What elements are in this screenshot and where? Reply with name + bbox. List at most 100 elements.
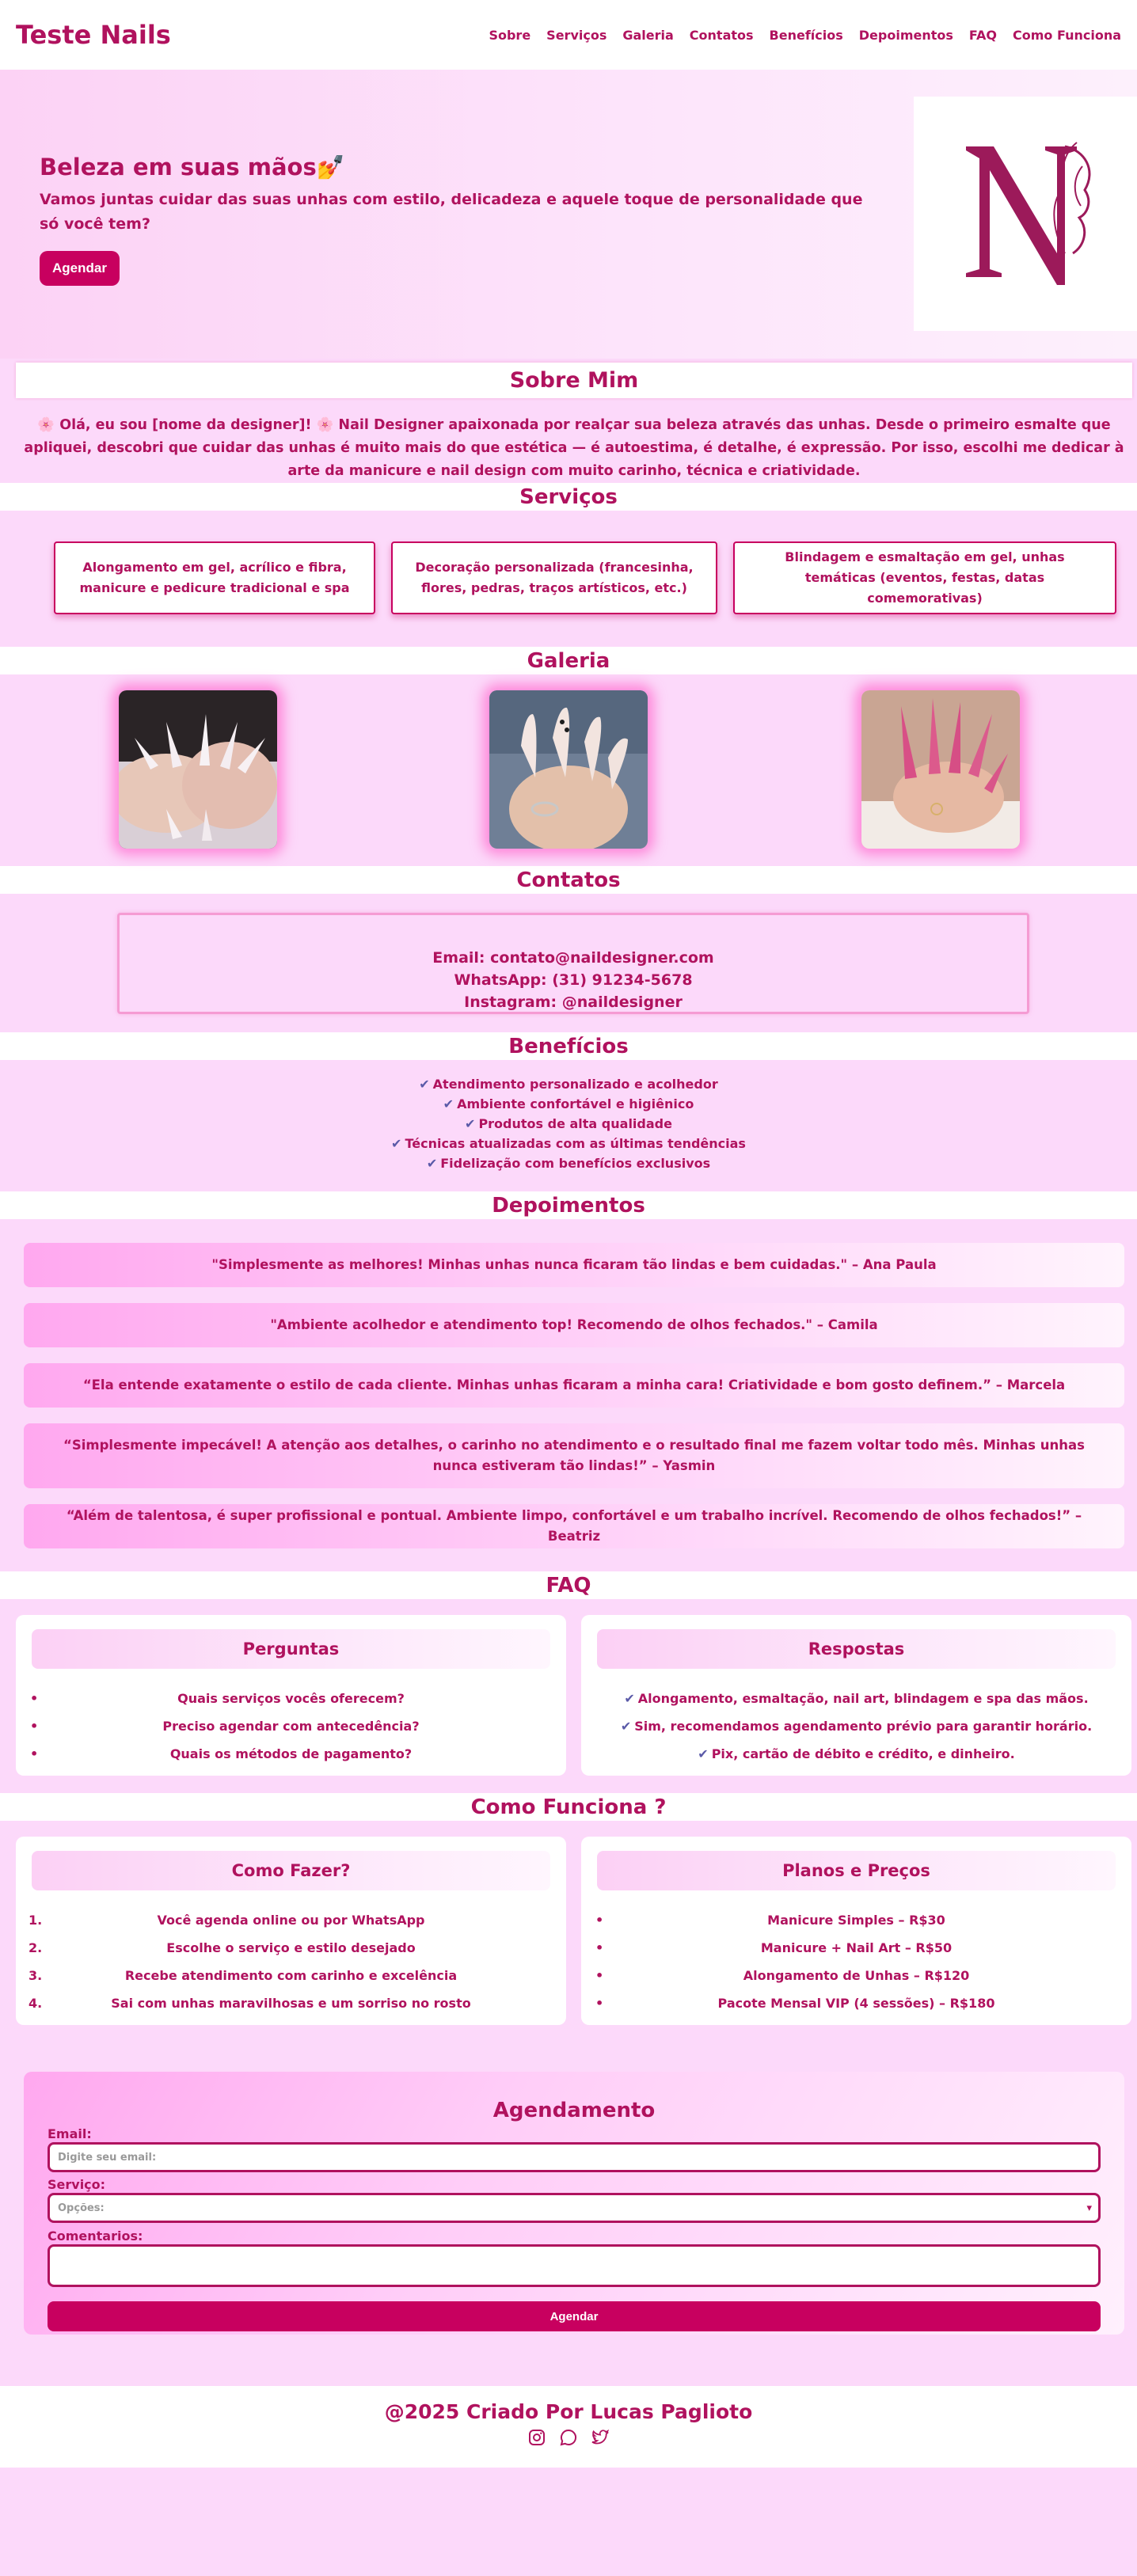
- nav-link-como-funciona[interactable]: Como Funciona: [1013, 28, 1121, 43]
- benefit-text: Fidelização com benefícios exclusivos: [440, 1156, 711, 1171]
- contatos-title: Contatos: [0, 866, 1137, 894]
- check-icon: ✔: [426, 1156, 438, 1171]
- email-label: Email:: [48, 2126, 92, 2141]
- hero-subtitle: Vamos juntas cuidar das suas unhas com e…: [40, 191, 863, 233]
- testimonial-card: “Simplesmente impecável! A atenção aos d…: [24, 1423, 1124, 1488]
- check-icon: ✔: [419, 1077, 430, 1092]
- bullet-icon: •: [30, 1691, 39, 1706]
- faq-question-text: Quais os métodos de pagamento?: [169, 1746, 413, 1761]
- faq-answer: ✔ Pix, cartão de débito e crédito, e dinh…: [581, 1740, 1131, 1768]
- nav-link-servicos[interactable]: Serviços: [546, 28, 607, 43]
- testimonial-card: “Além de talentosa, é super profissional…: [24, 1504, 1124, 1548]
- servicos-title: Serviços: [0, 483, 1137, 511]
- sobre-title: Sobre Mim: [16, 363, 1132, 398]
- check-icon: ✔: [624, 1691, 635, 1706]
- check-icon: ✔: [698, 1746, 709, 1761]
- benefit-text: Técnicas atualizadas com as últimas tend…: [405, 1136, 746, 1151]
- faq-respostas-panel: Respostas ✔ Alongamento, esmaltação, nail…: [581, 1615, 1131, 1776]
- contact-instagram[interactable]: Instagram: @naildesigner: [120, 991, 1027, 1013]
- brand-logo-image: [914, 97, 1137, 331]
- plan-item: • Pacote Mensal VIP (4 sessões) – R$180: [581, 1989, 1131, 2017]
- benefit-item: ✔ Técnicas atualizadas com as últimas ten…: [0, 1134, 1137, 1153]
- hero-title: Beleza em suas mãos💅: [40, 154, 345, 180]
- step-number: 4.: [29, 1996, 43, 2011]
- hero-agendar-button[interactable]: Agendar: [40, 251, 120, 286]
- service-card: Blindagem e esmaltação em gel, unhas tem…: [733, 541, 1116, 614]
- comentarios-textarea[interactable]: [48, 2244, 1101, 2287]
- benefit-item: ✔ Fidelização com benefícios exclusivos: [0, 1153, 1137, 1173]
- faq-title: FAQ: [0, 1571, 1137, 1599]
- respostas-heading: Respostas: [597, 1629, 1116, 1669]
- faq-question[interactable]: • Quais serviços vocês oferecem?: [16, 1685, 566, 1712]
- planos-heading: Planos e Preços: [597, 1851, 1116, 1890]
- gallery-image-white-stiletto[interactable]: [119, 690, 277, 849]
- depoimentos-section: "Simplesmente as melhores! Minhas unhas …: [0, 1219, 1137, 1571]
- email-field[interactable]: Digite seu email:: [48, 2142, 1101, 2172]
- bullet-icon: •: [595, 1968, 604, 1983]
- faq-question[interactable]: • Quais os métodos de pagamento?: [16, 1740, 566, 1768]
- agendar-submit-button[interactable]: Agendar: [48, 2301, 1101, 2331]
- step-item: 4. Sai com unhas maravilhosas e um sorris…: [16, 1989, 566, 2017]
- faq-answer: ✔ Sim, recomendamos agendamento prévio pa…: [581, 1712, 1131, 1740]
- step-text: Escolhe o serviço e estilo desejado: [166, 1940, 416, 1955]
- faq-answer: ✔ Alongamento, esmaltação, nail art, blin…: [581, 1685, 1131, 1712]
- respostas-list: ✔ Alongamento, esmaltação, nail art, blin…: [581, 1685, 1131, 1768]
- nav-link-depoimentos[interactable]: Depoimentos: [859, 28, 953, 43]
- plan-item: • Manicure + Nail Art – R$50: [581, 1934, 1131, 1962]
- twitter-icon[interactable]: [591, 2428, 610, 2447]
- contact-whatsapp[interactable]: WhatsApp: (31) 91234-5678: [120, 969, 1027, 991]
- nav-link-beneficios[interactable]: Benefícios: [770, 28, 843, 43]
- benefit-text: Ambiente confortável e higiênico: [457, 1096, 694, 1111]
- contatos-section: Email: contato@naildesigner.com WhatsApp…: [0, 894, 1137, 1032]
- servico-label: Serviço:: [48, 2177, 106, 2192]
- site-logo[interactable]: Teste Nails: [16, 20, 171, 50]
- servico-select[interactable]: Opções: ▾: [48, 2193, 1101, 2223]
- site-footer: @2025 Criado Por Lucas Paglioto: [0, 2386, 1137, 2468]
- beneficios-title: Benefícios: [0, 1032, 1137, 1060]
- nav-link-sobre[interactable]: Sobre: [489, 28, 530, 43]
- nav-link-galeria[interactable]: Galeria: [622, 28, 673, 43]
- testimonial-card: “Ela entende exatamente o estilo de cada…: [24, 1363, 1124, 1408]
- faq-section: Perguntas • Quais serviços vocês oferecem…: [0, 1599, 1137, 1793]
- step-number: 1.: [29, 1913, 43, 1928]
- depoimentos-title: Depoimentos: [0, 1191, 1137, 1219]
- perguntas-list: • Quais serviços vocês oferecem? • Preciso…: [16, 1685, 566, 1768]
- como-fazer-panel: Como Fazer? 1. Você agenda online ou por …: [16, 1837, 566, 2025]
- gallery-image-pink-nails[interactable]: [861, 690, 1020, 849]
- faq-answer-text: Sim, recomendamos agendamento prévio par…: [634, 1719, 1093, 1734]
- whatsapp-icon[interactable]: [559, 2428, 578, 2447]
- agendamento-section: Agendamento Email: Digite seu email: Ser…: [0, 2046, 1137, 2386]
- site-header: Teste Nails Sobre Serviços Galeria Conta…: [0, 0, 1137, 70]
- agendamento-form: Agendamento Email: Digite seu email: Ser…: [24, 2072, 1124, 2335]
- perguntas-heading: Perguntas: [32, 1629, 550, 1669]
- check-icon: ✔: [465, 1116, 476, 1131]
- step-item: 2. Escolhe o serviço e estilo desejado: [16, 1934, 566, 1962]
- footer-credit: @2025 Criado Por Lucas Paglioto: [384, 2400, 753, 2423]
- bullet-icon: •: [30, 1719, 39, 1734]
- benefit-item: ✔ Ambiente confortável e higiênico: [0, 1094, 1137, 1114]
- faq-perguntas-panel: Perguntas • Quais serviços vocês oferecem…: [16, 1615, 566, 1776]
- benefit-text: Atendimento personalizado e acolhedor: [432, 1077, 718, 1092]
- step-text: Você agenda online ou por WhatsApp: [157, 1913, 425, 1928]
- nav-link-contatos[interactable]: Contatos: [690, 28, 754, 43]
- service-card: Decoração personalizada (francesinha, fl…: [391, 541, 717, 614]
- step-text: Sai com unhas maravilhosas e um sorriso …: [111, 1996, 471, 2011]
- planos-panel: Planos e Preços • Manicure Simples – R$30…: [581, 1837, 1131, 2025]
- check-icon: ✔: [391, 1136, 402, 1151]
- faq-answer-text: Alongamento, esmaltação, nail art, blind…: [637, 1691, 1089, 1706]
- faq-answer-text: Pix, cartão de débito e crédito, e dinhe…: [711, 1746, 1015, 1761]
- plan-text: Manicure Simples – R$30: [767, 1913, 945, 1928]
- nav-link-faq[interactable]: FAQ: [969, 28, 997, 43]
- gallery-image-almond-nails[interactable]: [489, 690, 648, 849]
- hero-text: Beleza em suas mãos💅 Vamos juntas cuidar…: [40, 154, 863, 286]
- faq-question-text: Preciso agendar com antecedência?: [162, 1719, 420, 1734]
- contact-email[interactable]: Email: contato@naildesigner.com: [120, 947, 1027, 969]
- n-monogram-icon: [966, 142, 1091, 285]
- check-icon: ✔: [443, 1096, 454, 1111]
- instagram-icon[interactable]: [527, 2428, 546, 2447]
- faq-question[interactable]: • Preciso agendar com antecedência?: [16, 1712, 566, 1740]
- comentarios-label: Comentarios:: [48, 2228, 143, 2244]
- faq-question-text: Quais serviços vocês oferecem?: [177, 1691, 405, 1706]
- check-icon: ✔: [620, 1719, 632, 1734]
- sobre-text: 🌸 Olá, eu sou [nome da designer]! 🌸 Nail…: [24, 417, 1124, 479]
